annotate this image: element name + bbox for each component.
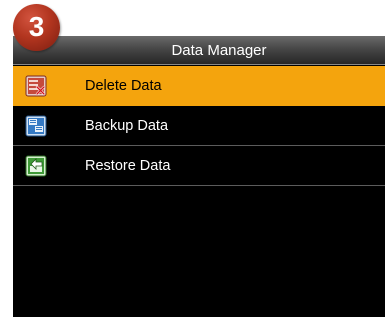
menu-item-restore-data[interactable]: Restore Data <box>13 146 385 186</box>
menu-item-backup-data[interactable]: Backup Data <box>13 106 385 146</box>
menu-item-label: Delete Data <box>85 77 162 94</box>
data-manager-menu: Delete Data Backup Data Restore Data <box>13 66 385 186</box>
screen-title: Data Manager <box>171 41 267 59</box>
page: 3 Data Manager Delete Data Backup Data R… <box>0 0 385 317</box>
step-number-badge: 3 <box>13 4 60 51</box>
step-number: 3 <box>28 10 45 42</box>
delete-data-icon <box>25 75 47 96</box>
menu-item-label: Backup Data <box>85 117 169 134</box>
menu-item-delete-data[interactable]: Delete Data <box>13 66 385 106</box>
device-screen: Data Manager Delete Data Backup Data Res… <box>13 36 385 317</box>
restore-data-icon <box>25 155 47 176</box>
backup-data-icon <box>25 115 47 136</box>
title-bar: Data Manager <box>13 36 385 65</box>
menu-item-label: Restore Data <box>85 157 171 174</box>
